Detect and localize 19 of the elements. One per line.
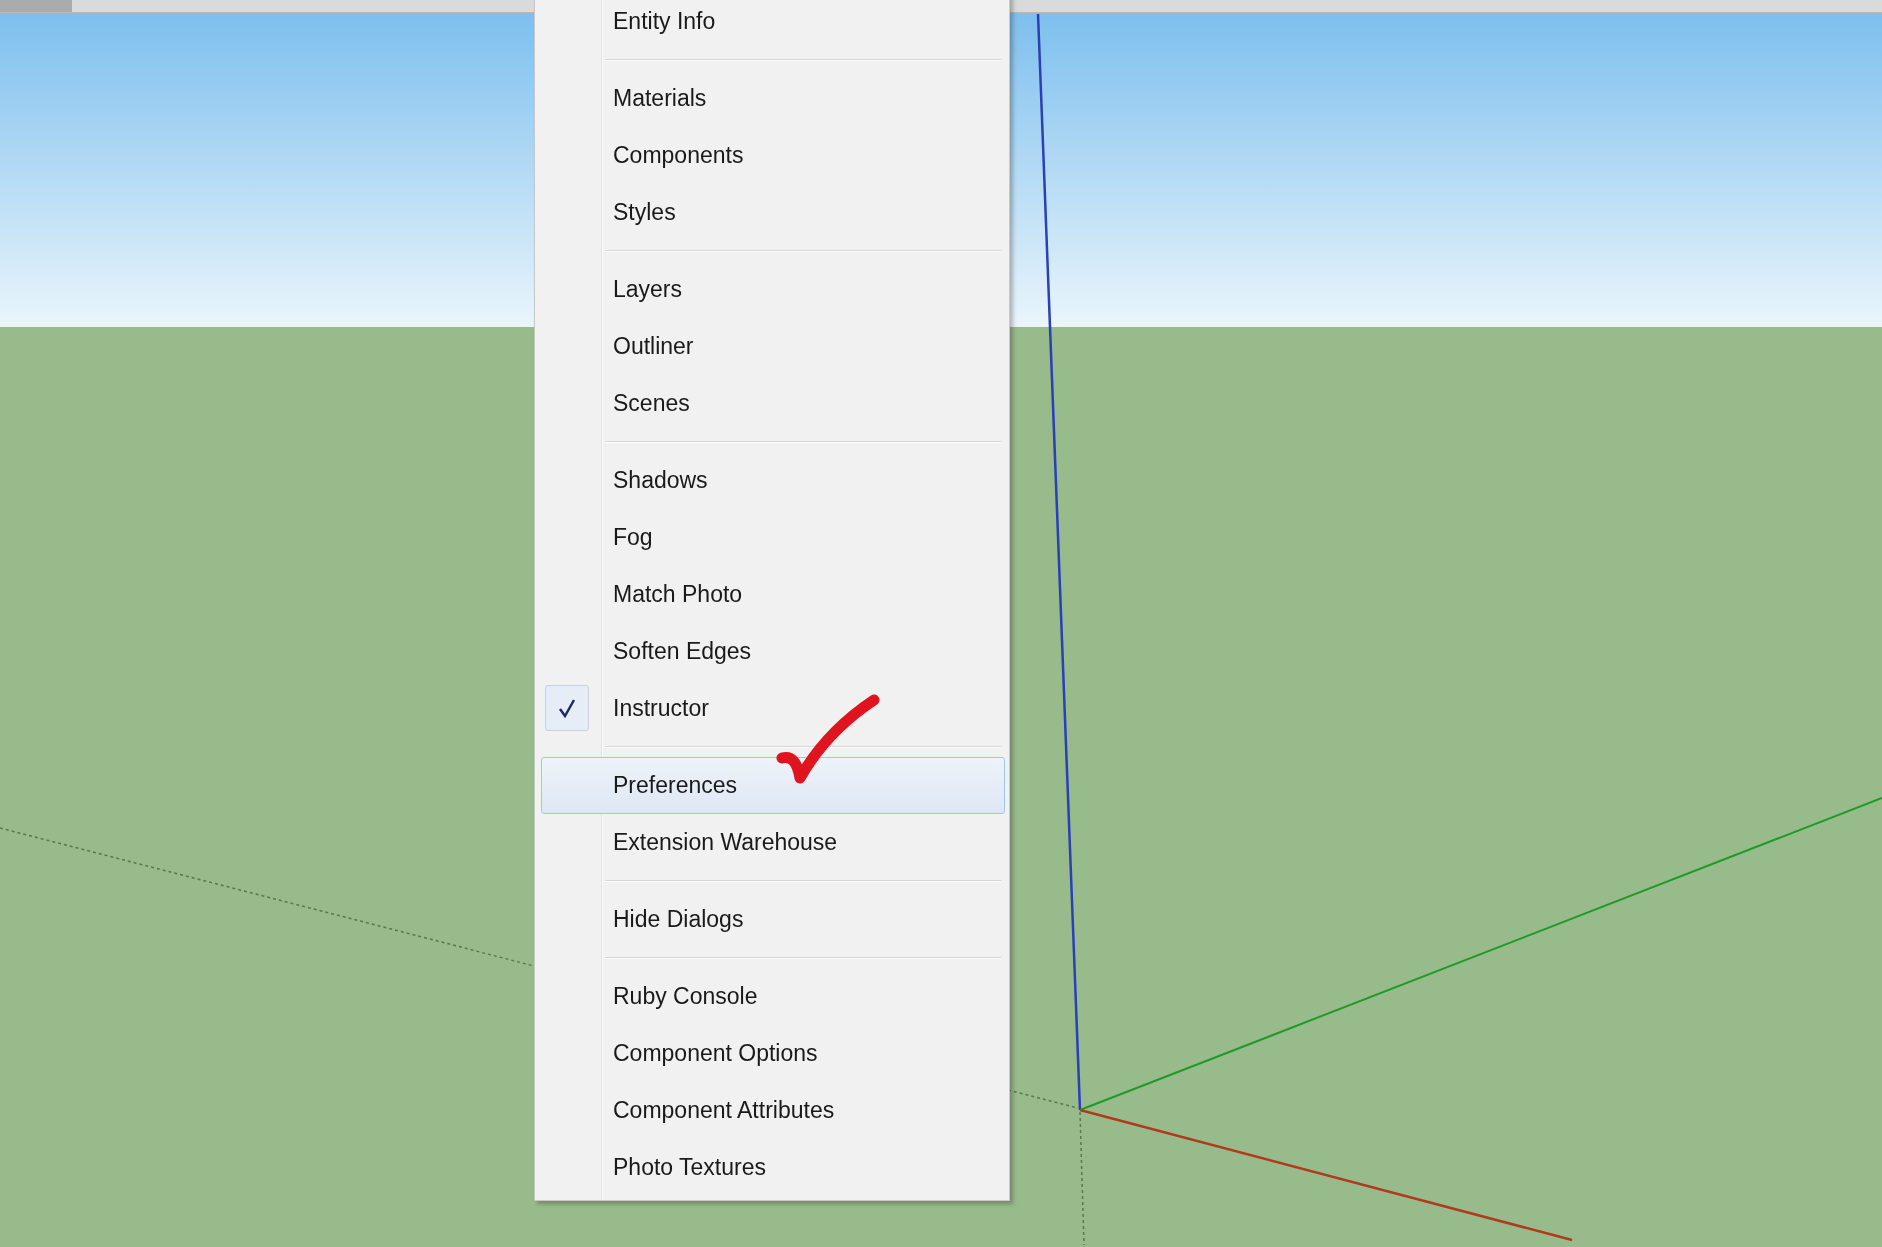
menu-item[interactable]: Styles: [535, 184, 1009, 241]
menu-item[interactable]: Shadows: [535, 452, 1009, 509]
menu-item[interactable]: Materials: [535, 70, 1009, 127]
menu-item[interactable]: Extension Warehouse: [535, 814, 1009, 871]
menu-item[interactable]: Entity Info: [535, 0, 1009, 50]
menu-item[interactable]: Match Photo: [535, 566, 1009, 623]
menu-item[interactable]: Preferences: [541, 757, 1005, 814]
menu-item[interactable]: Fog: [535, 509, 1009, 566]
menu-item[interactable]: Hide Dialogs: [535, 891, 1009, 948]
menu-item[interactable]: Outliner: [535, 318, 1009, 375]
menu-item[interactable]: Photo Textures: [535, 1139, 1009, 1196]
menu-item[interactable]: Component Options: [535, 1025, 1009, 1082]
menu-item[interactable]: Component Attributes: [535, 1082, 1009, 1139]
menu-item[interactable]: Layers: [535, 261, 1009, 318]
menu-item[interactable]: Components: [535, 127, 1009, 184]
menu-item[interactable]: Scenes: [535, 375, 1009, 432]
menu-item[interactable]: Ruby Console: [535, 968, 1009, 1025]
menu-item[interactable]: Instructor: [535, 680, 1009, 737]
menu-item[interactable]: Soften Edges: [535, 623, 1009, 680]
